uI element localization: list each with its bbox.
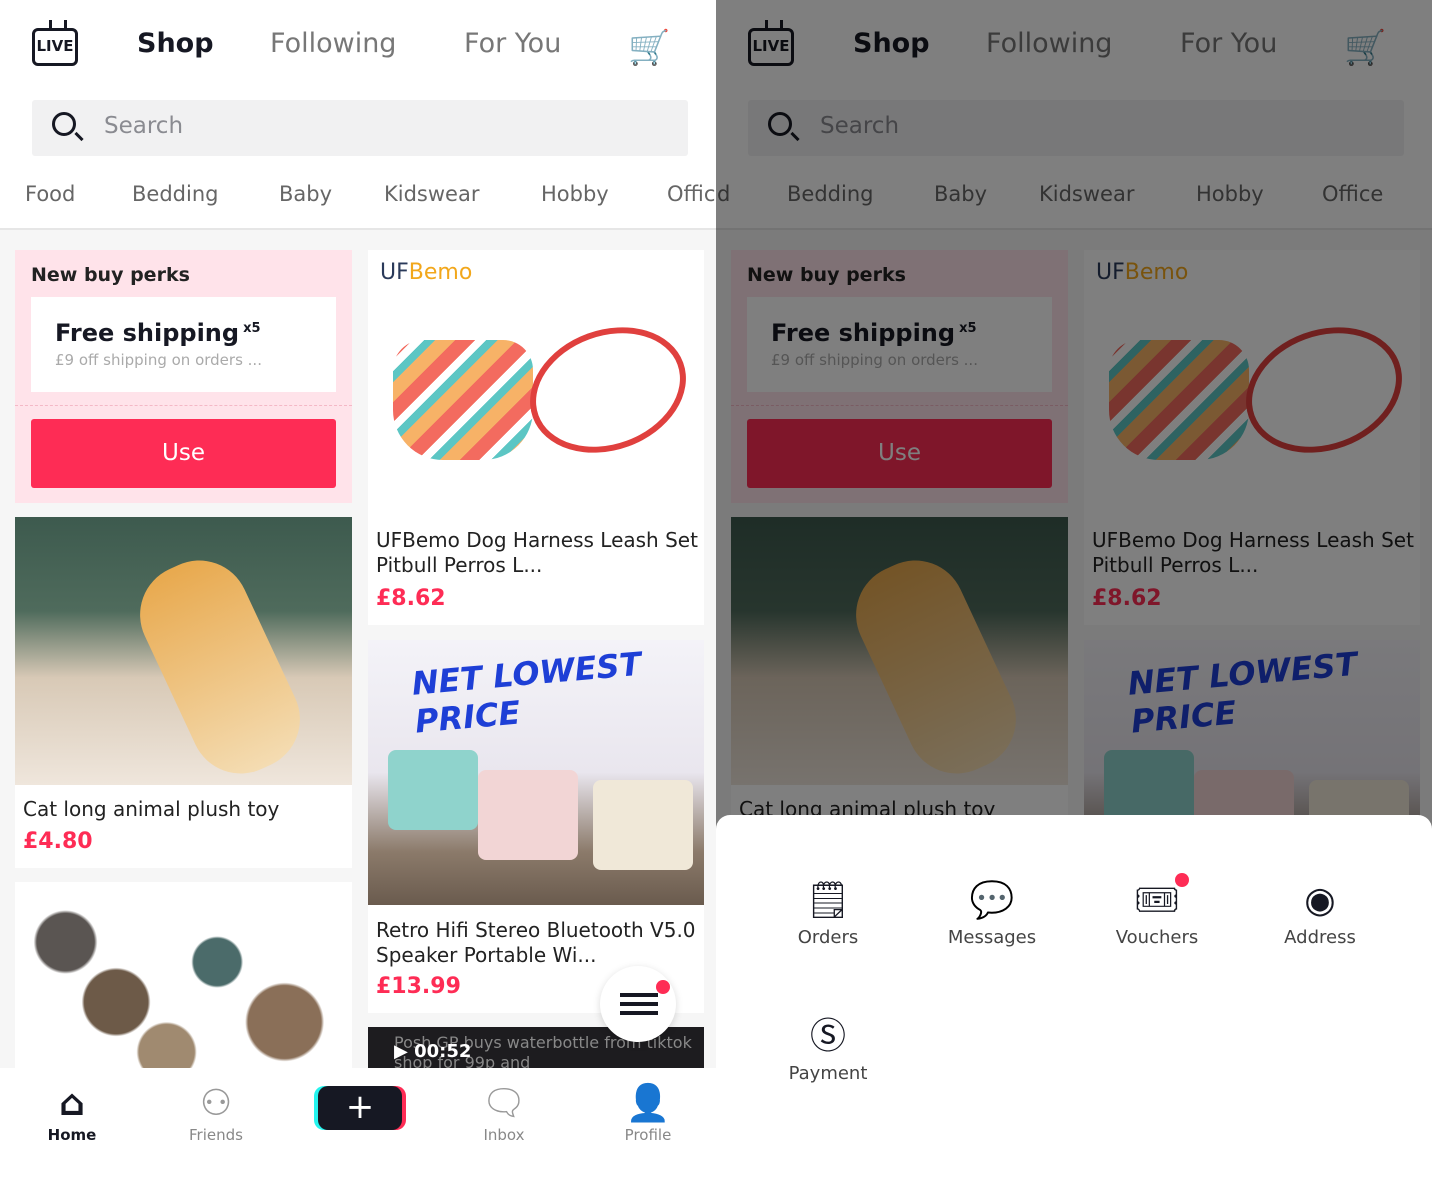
- profile-icon: 👤: [625, 1083, 671, 1124]
- payment-icon: Ⓢ: [809, 1016, 846, 1057]
- nav-profile[interactable]: 👤 Profile: [598, 1082, 698, 1144]
- coupon-subtitle: £9 off shipping on orders ...: [55, 351, 262, 369]
- speaker-image: [593, 780, 693, 870]
- shop-screen: LIVE Shop Following For You 🛒 Search Foo…: [0, 0, 716, 1178]
- coupon-title-text: Free shipping: [55, 319, 240, 347]
- menu-label: Orders: [797, 927, 859, 948]
- nav-inbox[interactable]: 🗨 Inbox: [454, 1082, 554, 1144]
- menu-messages[interactable]: 💬 Messages: [922, 875, 1062, 948]
- coupon: Free shippingx5 £9 off shipping on order…: [31, 297, 336, 392]
- coupon-count: x5: [243, 321, 261, 336]
- messages-icon: 💬: [969, 880, 1015, 921]
- product-image: NET LOWEST PRICE: [368, 640, 704, 905]
- bottom-nav: ⌂ Home ⚇ Friends + 🗨 Inbox 👤 Profile: [0, 1068, 716, 1178]
- nav-home[interactable]: ⌂ Home: [22, 1082, 122, 1144]
- search-icon: [52, 112, 76, 136]
- category-bedding[interactable]: Bedding: [132, 182, 218, 206]
- vouchers-icon: 🎟: [1134, 880, 1180, 921]
- product-card[interactable]: UFBemo UFBemo Dog Harness Leash Set Pitb…: [368, 250, 704, 625]
- speaker-image: [388, 750, 478, 830]
- nav-label: Friends: [189, 1126, 243, 1144]
- tab-for-you[interactable]: For You: [464, 28, 561, 59]
- video-duration-text: 00:52: [414, 1041, 472, 1062]
- nav-label: Inbox: [483, 1126, 525, 1144]
- top-header: LIVE Shop Following For You 🛒 Search Foo…: [0, 0, 716, 230]
- category-baby[interactable]: Baby: [279, 182, 332, 206]
- nav-label: Home: [47, 1126, 97, 1144]
- divider: [0, 228, 716, 230]
- product-title: UFBemo Dog Harness Leash Set Pitbull Per…: [376, 528, 698, 577]
- menu-icon-line: [620, 1011, 658, 1015]
- mushroom-image: [15, 882, 352, 1082]
- menu-label: Payment: [788, 1063, 868, 1084]
- product-price: £4.80: [23, 829, 93, 854]
- product-image: [368, 306, 704, 520]
- product-image: [15, 517, 352, 790]
- product-card[interactable]: NET LOWEST PRICE Retro Hifi Stereo Bluet…: [368, 640, 704, 1013]
- dashed-divider: [15, 405, 352, 406]
- product-banner: NET LOWEST PRICE: [410, 644, 643, 741]
- leash-image: [512, 306, 704, 474]
- category-office[interactable]: Office: [667, 182, 716, 206]
- menu-vouchers[interactable]: 🎟 Vouchers: [1087, 873, 1227, 948]
- product-card[interactable]: [15, 882, 352, 1082]
- menu-button[interactable]: [600, 966, 676, 1042]
- menu-orders[interactable]: 🗒 Orders: [758, 875, 898, 948]
- notification-dot: [656, 980, 670, 994]
- category-food[interactable]: Food: [25, 182, 75, 206]
- cart-icon[interactable]: 🛒: [628, 28, 670, 68]
- notification-dot: [1175, 873, 1189, 887]
- product-title: Cat long animal plush toy: [23, 797, 280, 821]
- friends-icon: ⚇: [199, 1083, 233, 1124]
- menu-icon: [620, 993, 658, 997]
- address-icon: ◉: [1304, 880, 1336, 921]
- harness-image: [393, 340, 533, 460]
- menu-sheet: 🗒 Orders 💬 Messages 🎟 Vouchers ◉ Address Ⓢ Pa…: [716, 815, 1432, 1178]
- menu-label: Vouchers: [1115, 927, 1199, 948]
- orders-icon: 🗒: [805, 880, 851, 921]
- coupon-title: Free shippingx5: [55, 319, 261, 347]
- plus-icon: +: [345, 1087, 375, 1127]
- search-input[interactable]: Search: [32, 100, 688, 156]
- speaker-image: [478, 770, 578, 860]
- nav-friends[interactable]: ⚇ Friends: [166, 1082, 266, 1144]
- inbox-icon: 🗨: [481, 1083, 527, 1124]
- search-placeholder: Search: [104, 113, 184, 139]
- product-title: Retro Hifi Stereo Bluetooth V5.0 Speaker…: [376, 918, 696, 967]
- brand-logo-text: Bemo: [408, 260, 473, 285]
- menu-icon-line: [620, 1002, 658, 1006]
- new-buy-perks-card: New buy perks Free shippingx5 £9 off shi…: [15, 250, 352, 503]
- menu-payment[interactable]: Ⓢ Payment: [758, 1011, 898, 1084]
- menu-label: Address: [1284, 927, 1356, 948]
- video-duration: ▶ 00:52: [394, 1041, 472, 1062]
- perks-title: New buy perks: [31, 264, 190, 286]
- live-tv-icon[interactable]: LIVE: [32, 28, 78, 66]
- home-icon: ⌂: [59, 1083, 85, 1124]
- product-price: £13.99: [376, 974, 461, 999]
- tab-following[interactable]: Following: [270, 28, 396, 59]
- product-price: £8.62: [376, 586, 446, 611]
- cat-plush-image: [123, 544, 317, 790]
- use-button[interactable]: Use: [31, 419, 336, 488]
- tab-shop[interactable]: Shop: [137, 28, 214, 59]
- nav-label: Profile: [624, 1126, 672, 1144]
- menu-label: Messages: [947, 927, 1037, 948]
- category-kidswear[interactable]: Kidswear: [384, 182, 479, 206]
- category-hobby[interactable]: Hobby: [541, 182, 609, 206]
- create-button[interactable]: +: [318, 1086, 402, 1130]
- brand-logo: UFBemo: [380, 260, 473, 285]
- product-card[interactable]: Cat long animal plush toy £4.80: [15, 517, 352, 868]
- menu-address[interactable]: ◉ Address: [1250, 875, 1390, 948]
